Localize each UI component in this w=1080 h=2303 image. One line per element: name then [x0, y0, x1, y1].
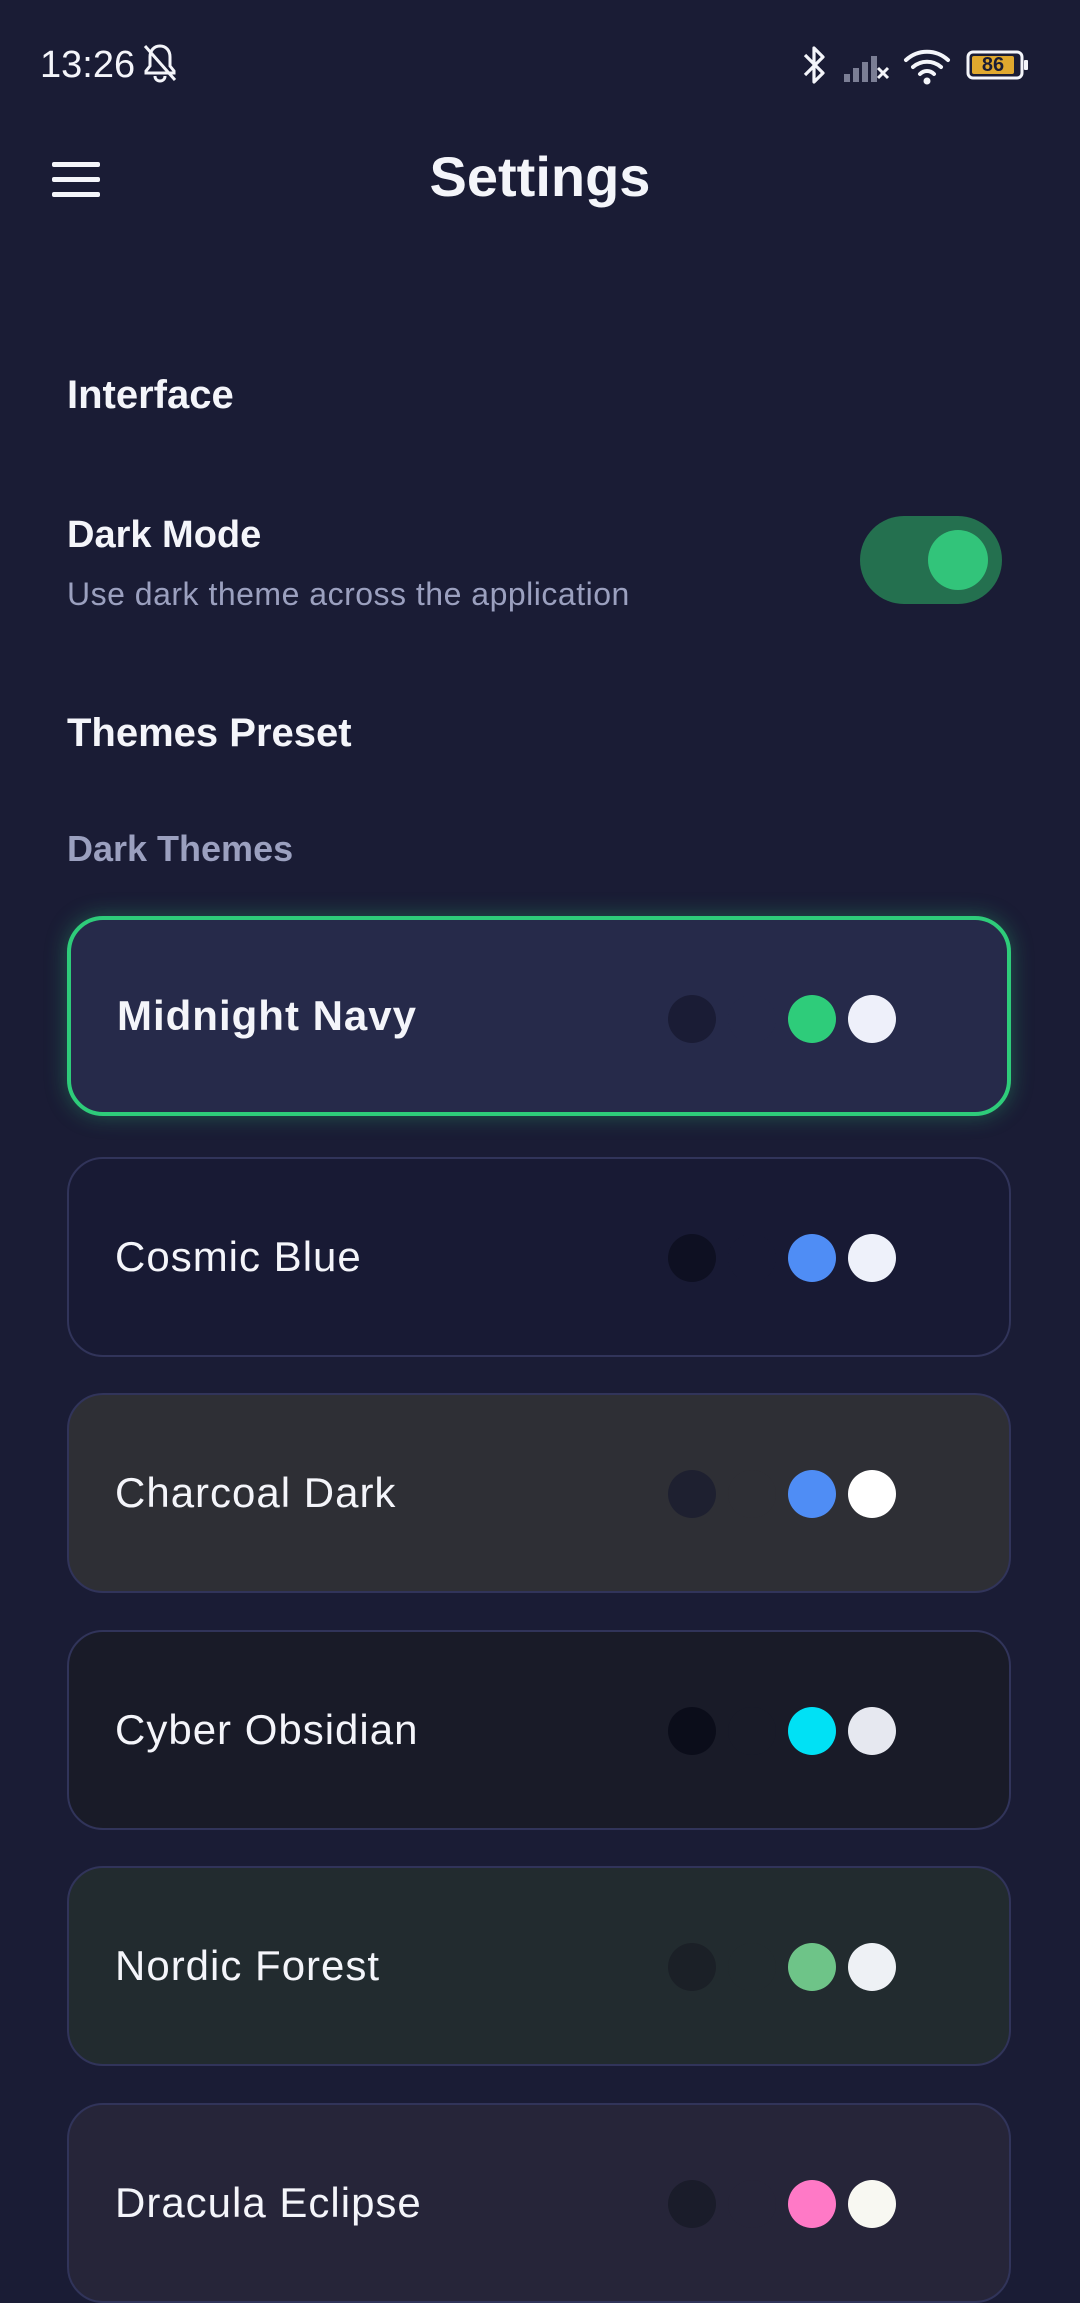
swatch-background [668, 995, 716, 1043]
theme-card-dracula-eclipse[interactable]: Dracula Eclipse [67, 2103, 1011, 2303]
battery-level: 86 [981, 54, 1005, 76]
status-bar: 13:26 86 [0, 0, 1080, 130]
theme-name: Charcoal Dark [115, 1469, 397, 1516]
dark-mode-toggle[interactable] [860, 516, 1002, 604]
theme-card-cyber-obsidian[interactable]: Cyber Obsidian [67, 1630, 1011, 1830]
swatch-accent [788, 995, 836, 1043]
swatch-background [668, 1470, 716, 1518]
wifi-icon [904, 49, 950, 85]
swatch-accent [788, 1470, 836, 1518]
swatch-text [848, 1707, 896, 1755]
theme-name: Midnight Navy [117, 992, 418, 1039]
swatch-text [848, 995, 896, 1043]
swatch-surface [728, 1470, 776, 1518]
theme-name: Cyber Obsidian [115, 1706, 419, 1753]
swatch-text [848, 1470, 896, 1518]
bluetooth-icon [803, 46, 825, 84]
themes-section-title: Themes Preset [67, 711, 352, 755]
theme-name: Dracula Eclipse [115, 2179, 422, 2226]
swatch-accent [788, 1707, 836, 1755]
signal-off-icon [844, 56, 890, 82]
swatch-surface [728, 995, 776, 1043]
theme-card-nordic-forest[interactable]: Nordic Forest [67, 1866, 1011, 2066]
dark-themes-subtitle: Dark Themes [67, 828, 294, 869]
theme-card-charcoal-dark[interactable]: Charcoal Dark [67, 1393, 1011, 1593]
swatch-text [848, 2180, 896, 2228]
theme-card-midnight-navy[interactable]: Midnight Navy [67, 916, 1011, 1116]
swatch-background [668, 1943, 716, 1991]
swatch-accent [788, 1943, 836, 1991]
swatch-surface [728, 1707, 776, 1755]
theme-name: Nordic Forest [115, 1942, 381, 1989]
page-title: Settings [429, 145, 651, 208]
battery-icon: 86 [966, 50, 1030, 80]
swatch-background [668, 2180, 716, 2228]
dark-mode-label: Dark Mode [67, 514, 262, 556]
swatch-surface [728, 1943, 776, 1991]
swatch-surface [728, 1234, 776, 1282]
status-time: 13:26 [40, 44, 136, 86]
dark-mode-description: Use dark theme across the application [67, 576, 630, 612]
swatch-surface [728, 2180, 776, 2228]
swatch-accent [788, 1234, 836, 1282]
app-bar: Settings [0, 130, 1080, 230]
bell-off-icon [143, 44, 177, 83]
swatch-text [848, 1943, 896, 1991]
theme-card-cosmic-blue[interactable]: Cosmic Blue [67, 1157, 1011, 1357]
toggle-knob [928, 530, 988, 590]
swatch-accent [788, 2180, 836, 2228]
swatch-text [848, 1234, 896, 1282]
interface-section-title: Interface [67, 373, 234, 417]
swatch-background [668, 1234, 716, 1282]
theme-name: Cosmic Blue [115, 1233, 362, 1280]
swatch-background [668, 1707, 716, 1755]
